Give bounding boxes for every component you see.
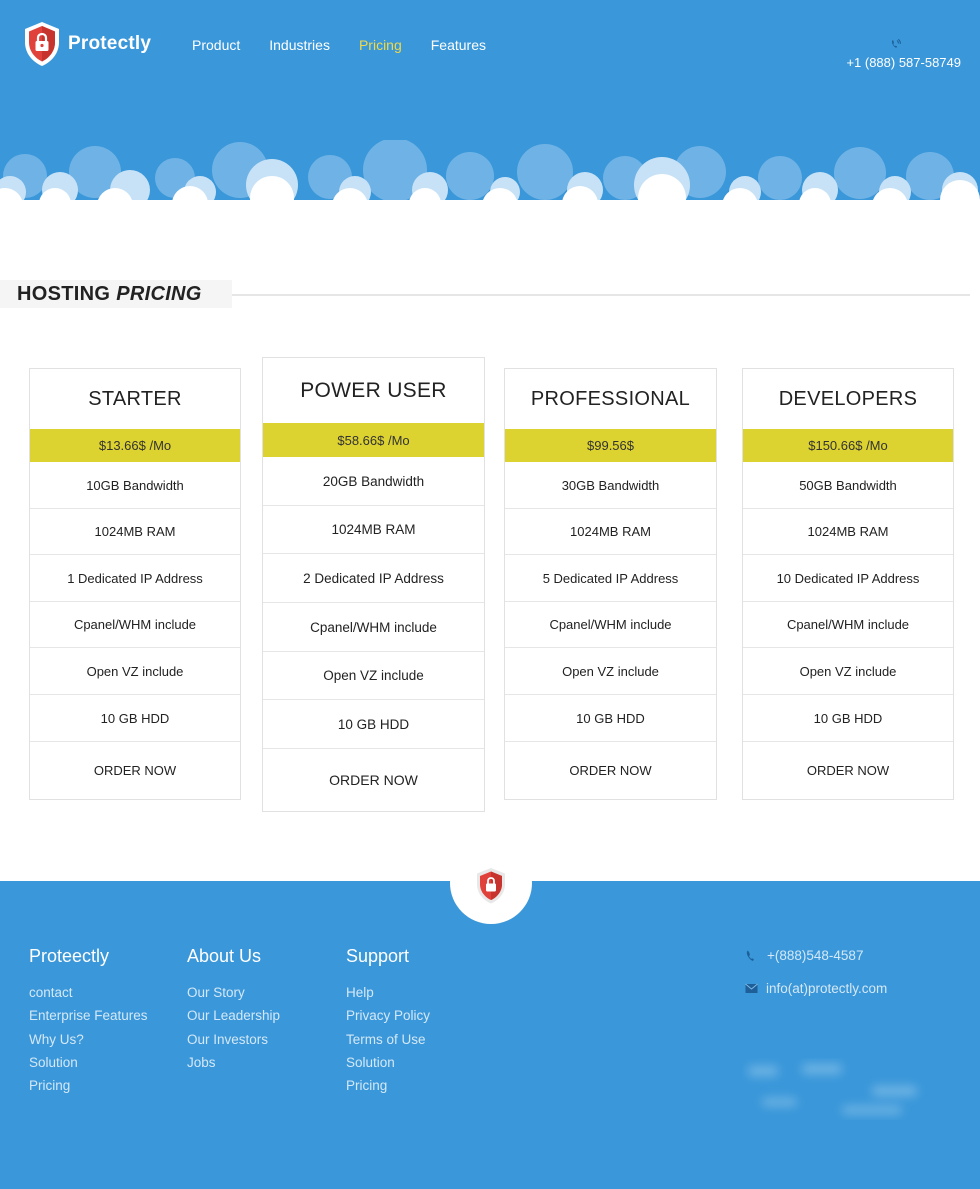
plan-feature: 1 Dedicated IP Address bbox=[30, 555, 240, 602]
footer-link-terms-of-use[interactable]: Terms of Use bbox=[346, 1032, 430, 1055]
plan-price: $99.56$ bbox=[505, 429, 716, 462]
footer-col-about: About Us Our Story Our Leadership Our In… bbox=[187, 946, 280, 1078]
main-nav: Product Industries Pricing Features bbox=[192, 37, 515, 53]
order-now-button[interactable]: ORDER NOW bbox=[30, 742, 240, 799]
plan-feature: Cpanel/WHM include bbox=[743, 602, 953, 648]
envelope-icon bbox=[745, 983, 758, 993]
plan-card-power-user: POWER USER $58.66$ /Mo 20GB Bandwidth 10… bbox=[262, 357, 485, 812]
header-phone[interactable]: +1 (888) 587-58749 bbox=[846, 55, 961, 70]
order-now-button[interactable]: ORDER NOW bbox=[743, 742, 953, 799]
plan-feature: 10 GB HDD bbox=[743, 695, 953, 742]
plan-feature: 10 GB HDD bbox=[505, 695, 716, 742]
footer-link-pricing[interactable]: Pricing bbox=[29, 1078, 148, 1101]
footer-col-title: Support bbox=[346, 946, 410, 966]
plan-price: $150.66$ /Mo bbox=[743, 429, 953, 462]
footer-link-our-investors[interactable]: Our Investors bbox=[187, 1032, 280, 1055]
plan-feature: 50GB Bandwidth bbox=[743, 462, 953, 509]
plan-feature: 1024MB RAM bbox=[743, 509, 953, 555]
phone-icon bbox=[891, 38, 901, 48]
plan-feature: 1024MB RAM bbox=[505, 509, 716, 555]
footer-link-our-story[interactable]: Our Story bbox=[187, 985, 280, 1008]
nav-pricing[interactable]: Pricing bbox=[359, 37, 402, 53]
footer-link-why-us[interactable]: Why Us? bbox=[29, 1032, 148, 1055]
plan-feature: 1024MB RAM bbox=[30, 509, 240, 555]
section-heading: HOSTING PRICING bbox=[0, 280, 980, 310]
plan-feature: 1024MB RAM bbox=[263, 506, 484, 554]
footer-col-title: About Us bbox=[187, 946, 262, 966]
plan-card-professional: PROFESSIONAL $99.56$ 30GB Bandwidth 1024… bbox=[504, 368, 717, 800]
plan-feature: Open VZ include bbox=[505, 648, 716, 695]
title-emphasis: PRICING bbox=[116, 283, 202, 305]
plan-feature: Open VZ include bbox=[263, 652, 484, 700]
plan-feature: 30GB Bandwidth bbox=[505, 462, 716, 509]
plan-feature: Cpanel/WHM include bbox=[30, 602, 240, 648]
footer-link-help[interactable]: Help bbox=[346, 985, 430, 1008]
blurred-decoration bbox=[748, 1064, 917, 1114]
plan-name: STARTER bbox=[88, 387, 182, 410]
footer-link-jobs[interactable]: Jobs bbox=[187, 1055, 280, 1078]
footer-email[interactable]: info(at)protectly.com bbox=[745, 981, 887, 996]
plan-feature: 10 GB HDD bbox=[30, 695, 240, 742]
plan-feature: Open VZ include bbox=[30, 648, 240, 695]
footer-link-contact[interactable]: contact bbox=[29, 985, 148, 1008]
plan-name: DEVELOPERS bbox=[778, 387, 918, 410]
footer-link-enterprise-features[interactable]: Enterprise Features bbox=[29, 1008, 148, 1031]
plan-feature: 10GB Bandwidth bbox=[30, 462, 240, 509]
plan-feature: Open VZ include bbox=[743, 648, 953, 695]
nav-product[interactable]: Product bbox=[192, 37, 240, 53]
title-regular: HOSTING bbox=[17, 283, 111, 305]
plan-card-developers: DEVELOPERS $150.66$ /Mo 50GB Bandwidth 1… bbox=[742, 368, 954, 800]
plan-feature: 2 Dedicated IP Address bbox=[263, 554, 484, 603]
cloud-decoration bbox=[0, 140, 980, 200]
nav-features[interactable]: Features bbox=[431, 37, 486, 53]
footer-link-our-leadership[interactable]: Our Leadership bbox=[187, 1008, 280, 1031]
footer-phone[interactable]: +(888)548-4587 bbox=[745, 948, 863, 963]
plan-feature: 10 Dedicated IP Address bbox=[743, 555, 953, 602]
footer-link-solution[interactable]: Solution bbox=[29, 1055, 148, 1078]
footer-link-privacy-policy[interactable]: Privacy Policy bbox=[346, 1008, 430, 1031]
plan-feature: Cpanel/WHM include bbox=[263, 603, 484, 652]
plan-card-starter: STARTER $13.66$ /Mo 10GB Bandwidth 1024M… bbox=[29, 368, 241, 800]
brand-name: Protectly bbox=[68, 33, 152, 54]
nav-industries[interactable]: Industries bbox=[269, 37, 330, 53]
footer-col-title: Proteectly bbox=[29, 946, 110, 966]
footer-link-solution[interactable]: Solution bbox=[346, 1055, 430, 1078]
footer-shield-badge bbox=[450, 842, 532, 924]
plan-name: PROFESSIONAL bbox=[530, 387, 691, 410]
plan-feature: 5 Dedicated IP Address bbox=[505, 555, 716, 602]
brand-logo[interactable]: Protectly bbox=[22, 20, 151, 68]
footer-col-support: Support Help Privacy Policy Terms of Use… bbox=[346, 946, 430, 1101]
plan-price: $13.66$ /Mo bbox=[30, 429, 240, 462]
order-now-button[interactable]: ORDER NOW bbox=[263, 749, 484, 811]
shield-lock-icon bbox=[25, 22, 59, 66]
footer-email-text: info(at)protectly.com bbox=[766, 981, 888, 996]
phone-icon bbox=[746, 950, 754, 961]
order-now-button[interactable]: ORDER NOW bbox=[505, 742, 716, 799]
plan-feature: 20GB Bandwidth bbox=[263, 457, 484, 506]
footer-link-pricing[interactable]: Pricing bbox=[346, 1078, 430, 1101]
site-header: Protectly Product Industries Pricing Fea… bbox=[0, 0, 980, 200]
plan-price: $58.66$ /Mo bbox=[263, 423, 484, 457]
footer-col-brand: Proteectly contact Enterprise Features W… bbox=[29, 946, 148, 1101]
footer-phone-text: +(888)548-4587 bbox=[767, 948, 864, 963]
plan-feature: 10 GB HDD bbox=[263, 700, 484, 749]
plan-name: POWER USER bbox=[300, 378, 447, 402]
heading-divider bbox=[232, 294, 970, 296]
page-title: HOSTING PRICING bbox=[17, 283, 202, 306]
plan-feature: Cpanel/WHM include bbox=[505, 602, 716, 648]
